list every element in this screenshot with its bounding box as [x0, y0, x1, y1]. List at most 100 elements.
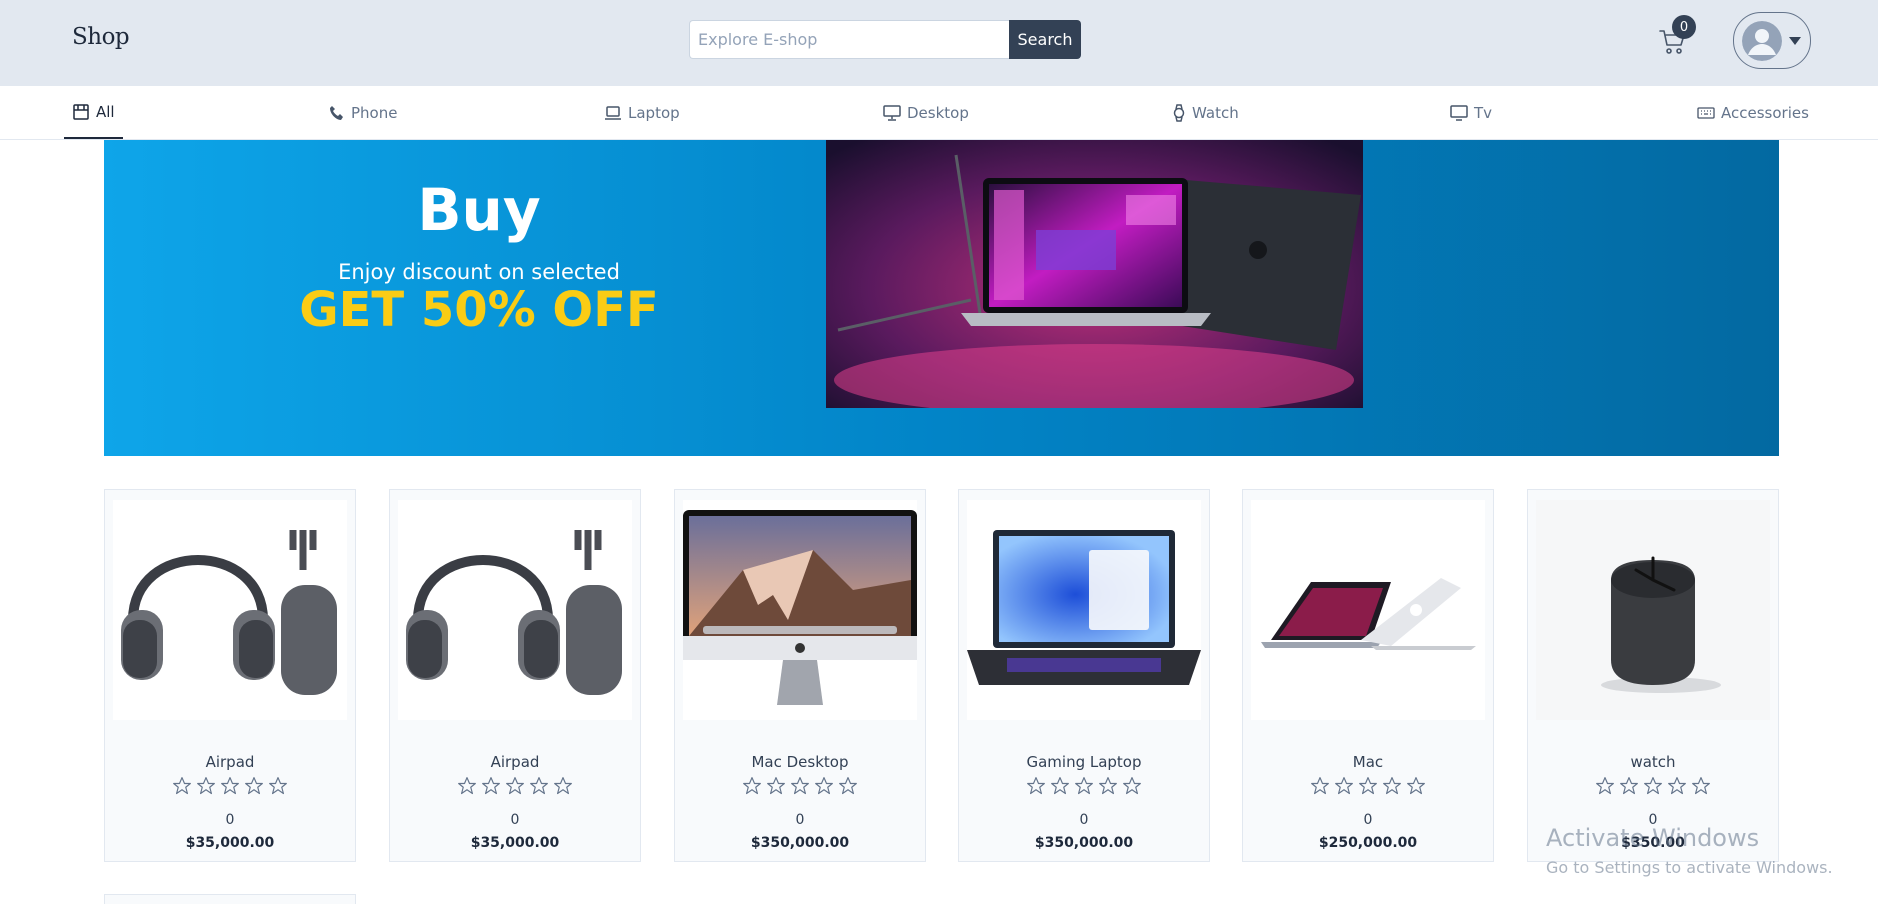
star-icon — [1335, 777, 1353, 795]
user-menu-button[interactable] — [1733, 12, 1811, 69]
top-header: Shop Search 0 — [0, 0, 1878, 86]
watch-icon — [1173, 103, 1185, 122]
tv-icon — [1450, 104, 1468, 121]
product-rating — [959, 776, 1209, 796]
star-icon — [458, 777, 476, 795]
category-label: All — [96, 102, 115, 121]
star-icon — [1123, 777, 1141, 795]
product-price: $350,000.00 — [1034, 835, 1134, 851]
banner-laptop-image — [826, 140, 1363, 408]
product-card[interactable]: Mac Desktop 0 $350,000.00 — [674, 489, 926, 862]
star-icon — [839, 777, 857, 795]
product-name: Mac Desktop — [751, 753, 849, 771]
star-icon — [1668, 777, 1686, 795]
star-icon — [1311, 777, 1329, 795]
product-image-headphones — [113, 500, 347, 720]
star-icon — [1644, 777, 1662, 795]
category-nav: All Phone Laptop Desktop Watch Tv Access… — [0, 86, 1878, 140]
star-icon — [815, 777, 833, 795]
product-review-count: 0 — [795, 812, 805, 828]
star-icon — [743, 777, 761, 795]
product-price: $250,000.00 — [1318, 835, 1418, 851]
store-icon — [73, 103, 89, 120]
star-icon — [554, 777, 572, 795]
product-rating — [1528, 776, 1778, 796]
product-card[interactable]: Airpad 0 $35,000.00 — [389, 489, 641, 862]
product-review-count: 0 — [1363, 812, 1373, 828]
star-icon — [1692, 777, 1710, 795]
banner-title: Buy — [417, 176, 541, 244]
star-icon — [1407, 777, 1425, 795]
category-label: Laptop — [628, 103, 680, 122]
banner-offer: GET 50% OFF — [299, 282, 659, 338]
search-button[interactable]: Search — [1009, 20, 1081, 59]
star-icon — [1099, 777, 1117, 795]
product-image-desk-clock — [1536, 500, 1770, 720]
product-name: Airpad — [205, 753, 255, 771]
category-label: Phone — [351, 103, 398, 122]
star-icon — [197, 777, 215, 795]
laptop-icon — [605, 105, 621, 120]
category-desktop[interactable]: Desktop — [875, 86, 977, 139]
category-label: Desktop — [907, 103, 969, 122]
product-rating — [390, 776, 640, 796]
product-review-count: 0 — [510, 812, 520, 828]
star-icon — [530, 777, 548, 795]
star-icon — [269, 777, 287, 795]
star-icon — [245, 777, 263, 795]
promo-banner[interactable]: Buy Enjoy discount on selected GET 50% O… — [104, 140, 1779, 456]
star-icon — [1359, 777, 1377, 795]
product-review-count: 0 — [1079, 812, 1089, 828]
search-input[interactable] — [689, 20, 1009, 59]
star-icon — [1596, 777, 1614, 795]
category-phone[interactable]: Phone — [321, 86, 405, 139]
product-rating — [1243, 776, 1493, 796]
star-icon — [482, 777, 500, 795]
shop-logo[interactable]: Shop — [72, 24, 130, 50]
product-image-headphones — [398, 500, 632, 720]
product-card[interactable]: Airpad 0 $35,000.00 — [104, 489, 356, 862]
product-image-laptop — [967, 500, 1201, 720]
product-card[interactable]: watch 0 $350.00 — [1527, 489, 1779, 862]
product-image-macbooks — [1251, 500, 1485, 720]
keyboard-icon — [1697, 106, 1715, 119]
desktop-icon — [883, 104, 901, 121]
star-icon — [173, 777, 191, 795]
activate-windows-subtitle: Go to Settings to activate Windows. — [1546, 858, 1833, 877]
product-price: $350,000.00 — [750, 835, 850, 851]
star-icon — [1620, 777, 1638, 795]
star-icon — [767, 777, 785, 795]
product-card[interactable]: Gaming Laptop 0 $350,000.00 — [958, 489, 1210, 862]
category-accessories[interactable]: Accessories — [1689, 86, 1817, 139]
star-icon — [1027, 777, 1045, 795]
cart-count-badge: 0 — [1672, 15, 1696, 39]
product-card-partial[interactable] — [104, 894, 356, 904]
activate-windows-title: Activate Windows — [1546, 824, 1760, 852]
product-name: Airpad — [490, 753, 540, 771]
category-laptop[interactable]: Laptop — [596, 86, 688, 139]
banner-subtitle: Enjoy discount on selected — [338, 260, 620, 284]
star-icon — [1383, 777, 1401, 795]
star-icon — [1051, 777, 1069, 795]
category-label: Tv — [1474, 103, 1493, 122]
product-name: watch — [1630, 753, 1676, 771]
category-label: Accessories — [1721, 103, 1809, 122]
category-tv[interactable]: Tv — [1442, 86, 1500, 139]
star-icon — [1075, 777, 1093, 795]
search-bar: Search — [689, 20, 1081, 59]
product-card[interactable]: Mac 0 $250,000.00 — [1242, 489, 1494, 862]
product-rating — [675, 776, 925, 796]
product-review-count: 0 — [225, 812, 235, 828]
category-all[interactable]: All — [64, 86, 123, 139]
category-watch[interactable]: Watch — [1164, 86, 1247, 139]
caret-down-icon — [1789, 36, 1801, 45]
product-name: Mac — [1352, 753, 1384, 771]
product-name: Gaming Laptop — [1026, 753, 1142, 771]
product-image-imac — [683, 500, 917, 720]
product-rating — [105, 776, 355, 796]
star-icon — [791, 777, 809, 795]
product-price: $35,000.00 — [470, 835, 560, 851]
category-label: Watch — [1192, 103, 1239, 122]
user-avatar-icon — [1742, 20, 1782, 61]
star-icon — [506, 777, 524, 795]
